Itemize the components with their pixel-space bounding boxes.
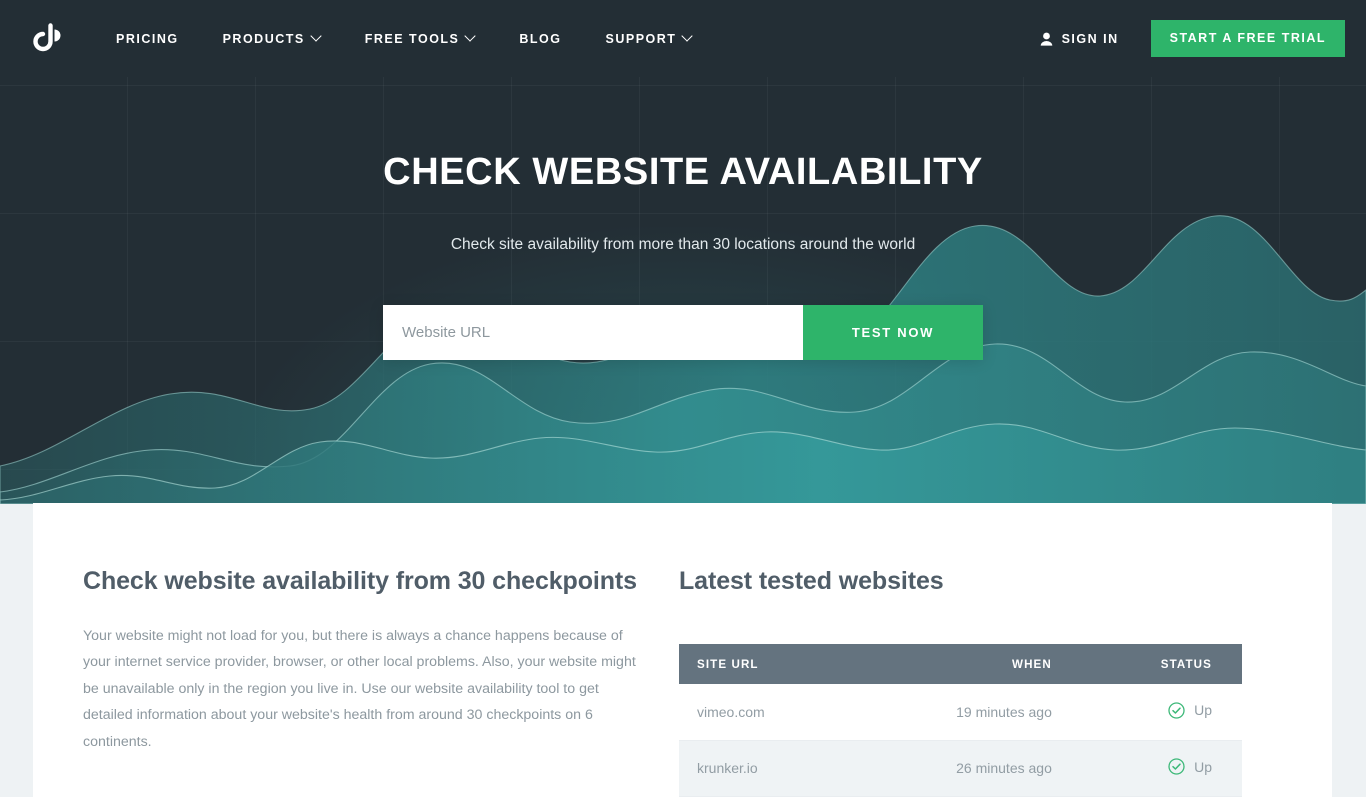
table-body: vimeo.com 19 minutes ago Up krunker.io 2… bbox=[679, 684, 1242, 797]
info-paragraph: Your website might not load for you, but… bbox=[83, 628, 636, 750]
check-circle-icon bbox=[1168, 702, 1185, 719]
latest-tested-table: SITE URL WHEN STATUS vimeo.com 19 minute… bbox=[679, 644, 1242, 797]
cell-status: Up bbox=[1079, 684, 1242, 741]
user-icon bbox=[1040, 32, 1052, 46]
nav-item-pricing[interactable]: PRICING bbox=[116, 32, 179, 46]
chevron-down-icon bbox=[466, 32, 475, 41]
chevron-down-icon bbox=[683, 32, 692, 41]
nav-item-products[interactable]: PRODUCTS bbox=[223, 32, 321, 46]
table-head: SITE URL WHEN STATUS bbox=[679, 644, 1242, 684]
column-header-when: WHEN bbox=[848, 644, 1080, 684]
hero-subtitle: Check site availability from more than 3… bbox=[450, 236, 916, 253]
cell-when: 26 minutes ago bbox=[848, 740, 1080, 797]
test-now-button[interactable]: TEST NOW bbox=[803, 305, 983, 360]
column-header-site-url: SITE URL bbox=[679, 644, 849, 684]
nav-label: PRICING bbox=[116, 31, 179, 46]
status-label: Up bbox=[1194, 758, 1212, 775]
sign-in-link[interactable]: SIGN IN bbox=[1040, 32, 1119, 46]
content-card: Check website availability from 30 check… bbox=[33, 503, 1332, 797]
logo-icon bbox=[33, 22, 61, 51]
table-header-row: SITE URL WHEN STATUS bbox=[679, 644, 1242, 684]
nav-item-blog[interactable]: BLOG bbox=[519, 32, 561, 46]
column-header-status: STATUS bbox=[1079, 644, 1242, 684]
cell-site-url: vimeo.com bbox=[679, 684, 849, 741]
latest-tested-column: Latest tested websites SITE URL WHEN STA… bbox=[643, 503, 1332, 797]
nav-item-support[interactable]: SUPPORT bbox=[606, 32, 693, 46]
status-badge: Up bbox=[1168, 758, 1212, 775]
hero-content: CHECK WEBSITE AVAILABILITY Check site av… bbox=[0, 77, 1366, 360]
info-column: Check website availability from 30 check… bbox=[33, 503, 643, 797]
info-heading: Check website availability from 30 check… bbox=[83, 567, 637, 595]
main-nav: PRICING PRODUCTS FREE TOOLS BLOG SUPPORT bbox=[116, 0, 692, 77]
nav-label: PRODUCTS bbox=[222, 31, 305, 46]
logo-jp[interactable] bbox=[27, 16, 73, 62]
website-url-input[interactable] bbox=[383, 305, 803, 360]
nav-label: SUPPORT bbox=[605, 31, 677, 46]
nav-label: BLOG bbox=[519, 31, 562, 46]
site-header: PRICING PRODUCTS FREE TOOLS BLOG SUPPORT… bbox=[0, 0, 1366, 77]
check-circle-icon bbox=[1168, 758, 1185, 775]
website-test-form: TEST NOW bbox=[383, 305, 983, 360]
latest-tested-heading: Latest tested websites bbox=[679, 567, 944, 595]
cell-when: 19 minutes ago bbox=[848, 684, 1080, 741]
status-badge: Up bbox=[1168, 702, 1212, 719]
sign-in-label: SIGN IN bbox=[1061, 31, 1119, 46]
start-free-trial-button[interactable]: START A FREE TRIAL bbox=[1150, 20, 1345, 57]
nav-label: FREE TOOLS bbox=[364, 31, 460, 46]
nav-item-free-tools[interactable]: FREE TOOLS bbox=[365, 32, 476, 46]
status-label: Up bbox=[1194, 702, 1212, 719]
cell-site-url: krunker.io bbox=[679, 740, 849, 797]
chevron-down-icon bbox=[312, 32, 321, 41]
table-row[interactable]: krunker.io 26 minutes ago Up bbox=[679, 740, 1242, 797]
hero-title: CHECK WEBSITE AVAILABILITY bbox=[383, 151, 983, 193]
table-row[interactable]: vimeo.com 19 minutes ago Up bbox=[679, 684, 1242, 741]
cell-status: Up bbox=[1079, 740, 1242, 797]
hero-section: CHECK WEBSITE AVAILABILITY Check site av… bbox=[0, 77, 1366, 504]
header-actions: SIGN IN START A FREE TRIAL bbox=[1040, 0, 1366, 77]
